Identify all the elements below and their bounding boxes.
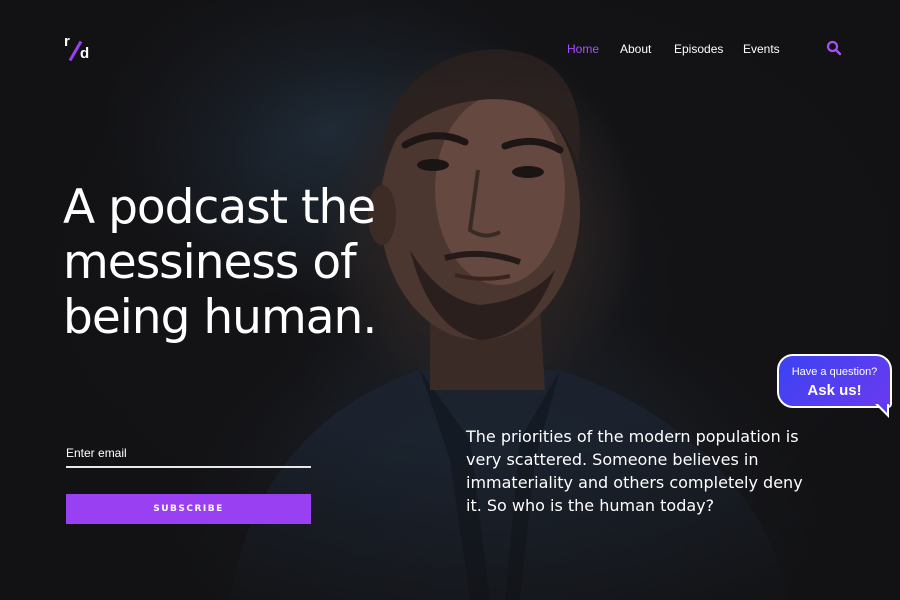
chat-bubble-tail-inner [877, 403, 887, 413]
nav-item-home[interactable]: Home [567, 42, 599, 56]
search-button[interactable] [826, 40, 842, 56]
chat-bubble[interactable]: Have a question? Ask us! [777, 354, 892, 408]
nav-item-events[interactable]: Events [743, 42, 780, 56]
nav-item-about[interactable]: About [620, 42, 651, 56]
email-input[interactable] [66, 440, 311, 468]
subscribe-button[interactable]: SUBSCRIBE [66, 494, 311, 524]
search-icon [826, 40, 842, 56]
chat-ask-us-text: Ask us! [807, 382, 862, 399]
headline-line-1: A podcast the [63, 180, 376, 235]
nav-item-episodes[interactable]: Episodes [674, 42, 723, 56]
main-nav: Home About Episodes Events [0, 42, 900, 58]
chat-question-text: Have a question? [791, 366, 878, 378]
page: r d Home About Episodes Events A podcast… [0, 0, 900, 600]
hero-headline: A podcast the messiness of being human. [63, 180, 503, 345]
ask-us-chat-widget[interactable]: Have a question? Ask us! [777, 354, 898, 418]
hero-tagline: The priorities of the modern population … [466, 427, 803, 515]
headline-line-3: being human. [63, 290, 377, 345]
headline-line-2: messiness of [63, 235, 357, 290]
